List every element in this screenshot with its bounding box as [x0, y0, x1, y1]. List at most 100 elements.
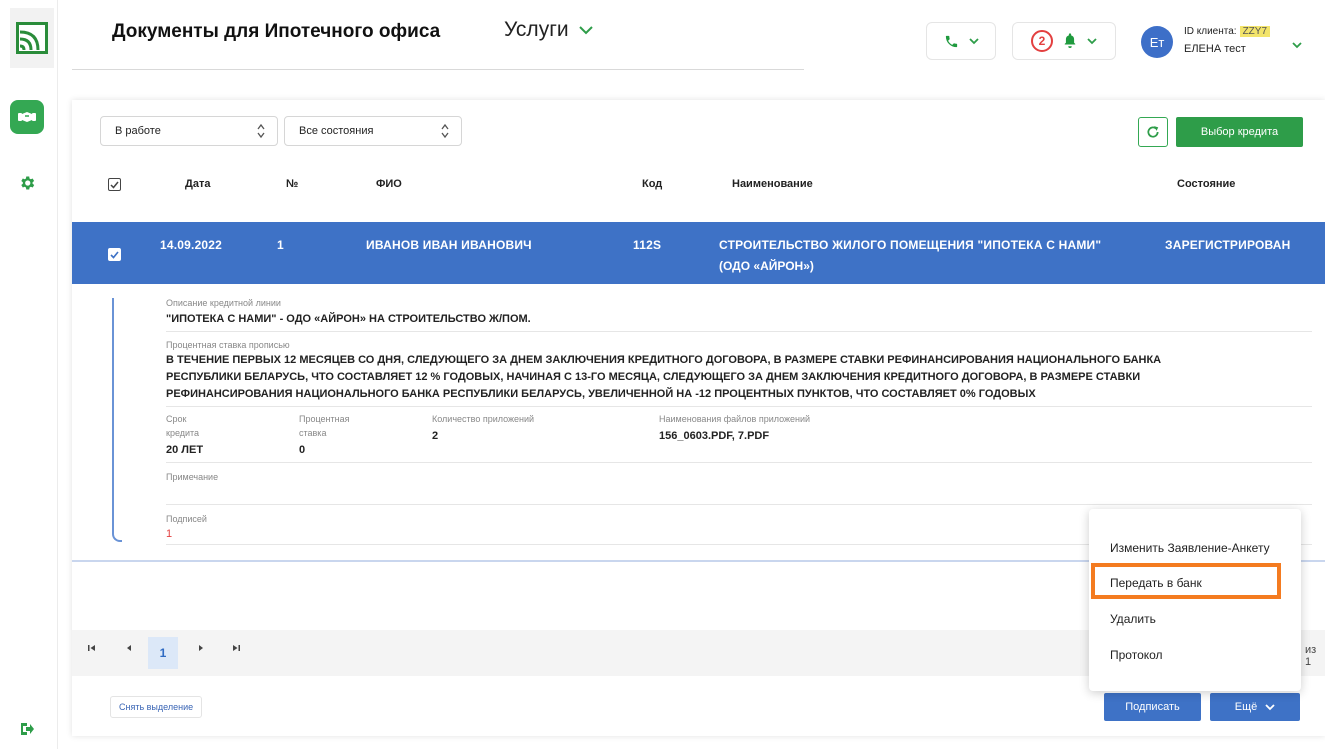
- avatar[interactable]: Ет: [1141, 26, 1173, 58]
- next-page-icon: [199, 645, 203, 651]
- credit-line-label: Описание кредитной линии: [166, 298, 281, 308]
- first-page-button[interactable]: [88, 644, 96, 655]
- rate-value: 0: [299, 444, 306, 456]
- app-logo[interactable]: [10, 8, 54, 68]
- rate-text-line-3: РЕФИНАНСИРОВАНИЯ НАЦИОНАЛЬНОГО БАНКА РЕС…: [166, 388, 1036, 400]
- logout-button[interactable]: [10, 712, 44, 746]
- first-page-icon: [88, 645, 95, 651]
- notifications-count-badge: 2: [1031, 30, 1053, 52]
- credit-line-value: "ИПОТЕКА С НАМИ" - ОДО «АЙРОН» НА СТРОИТ…: [166, 313, 531, 325]
- row-code: 112S: [633, 238, 662, 252]
- check-icon: [110, 181, 119, 189]
- divider: [166, 331, 1312, 332]
- services-menu[interactable]: Услуги: [504, 18, 593, 42]
- next-page-button[interactable]: [198, 644, 204, 655]
- attachments-names-label: Наименования файлов приложений: [659, 414, 811, 424]
- attachments-names-value: 156_0603.PDF, 7.PDF: [659, 430, 770, 442]
- logout-icon: [21, 723, 34, 735]
- menu-item-delete[interactable]: Удалить: [1110, 612, 1156, 626]
- table-row[interactable]: 14.09.2022 1 ИВАНОВ ИВАН ИВАНОВИЧ 112S С…: [72, 222, 1325, 284]
- sidebar-item-settings[interactable]: [10, 166, 44, 200]
- prev-page-button[interactable]: [126, 644, 132, 655]
- status-select-value: В работе: [115, 125, 161, 137]
- services-label: Услуги: [504, 18, 569, 41]
- highlight-frame: [1091, 563, 1281, 599]
- select-arrows-icon: [257, 123, 265, 139]
- chevron-down-icon: [1292, 42, 1302, 49]
- row-name-continued: (ОДО «АЙРОН»): [719, 259, 814, 273]
- row-state: ЗАРЕГИСТРИРОВАН: [1165, 238, 1291, 252]
- chevron-down-icon: [1265, 703, 1275, 710]
- attachments-count-label: Количество приложений: [432, 414, 535, 424]
- more-button[interactable]: Ещё: [1210, 693, 1300, 721]
- menu-item-edit-application[interactable]: Изменить Заявление-Анкету: [1110, 541, 1270, 555]
- logo-icon: [16, 22, 48, 54]
- column-header-date[interactable]: Дата: [185, 178, 210, 190]
- client-id-label: ID клиента:: [1184, 26, 1237, 37]
- term-value: 20 ЛЕТ: [166, 444, 204, 456]
- header: Документы для Ипотечного офиса Услуги 2 …: [72, 0, 1325, 70]
- column-header-code[interactable]: Код: [642, 178, 662, 190]
- header-divider: [72, 69, 804, 70]
- attachments-count-value: 2: [432, 430, 439, 442]
- row-checkbox[interactable]: [108, 248, 121, 261]
- deselect-button[interactable]: Снять выделение: [110, 696, 203, 718]
- prev-page-icon: [127, 645, 131, 651]
- state-select[interactable]: Все состояния: [284, 116, 462, 146]
- chevron-down-icon: [1087, 37, 1097, 44]
- rate-text-line-1: В ТЕЧЕНИЕ ПЕРВЫХ 12 МЕСЯЦЕВ СО ДНЯ, СЛЕД…: [166, 354, 1162, 366]
- column-header-state[interactable]: Состояние: [1177, 178, 1235, 190]
- check-icon: [110, 250, 119, 259]
- signatures-label: Подписей: [166, 514, 207, 524]
- phone-menu[interactable]: [926, 22, 996, 60]
- refresh-button[interactable]: [1138, 117, 1168, 147]
- user-menu-toggle[interactable]: [1292, 36, 1302, 54]
- column-header-number[interactable]: №: [286, 178, 298, 190]
- column-header-fio[interactable]: ФИО: [376, 178, 402, 190]
- chevron-down-icon: [968, 37, 979, 44]
- last-page-button[interactable]: [232, 644, 240, 655]
- select-arrows-icon: [441, 123, 449, 139]
- more-actions-menu: Изменить Заявление-Анкету Передать в бан…: [1089, 509, 1301, 691]
- details-bracket: [112, 298, 122, 542]
- status-select[interactable]: В работе: [100, 116, 278, 146]
- rate-text-label: Процентная ставка прописью: [166, 340, 290, 350]
- note-label: Примечание: [166, 472, 219, 482]
- gear-icon: [21, 176, 35, 190]
- sidebar-item-documents[interactable]: [10, 100, 44, 134]
- more-button-label: Ещё: [1234, 701, 1258, 713]
- page-count: из 1: [1305, 644, 1317, 668]
- page-1-button[interactable]: 1: [148, 637, 178, 669]
- refresh-icon: [1147, 126, 1159, 138]
- divider: [166, 504, 1312, 505]
- row-number: 1: [277, 238, 284, 252]
- last-page-icon: [233, 645, 240, 651]
- divider: [166, 462, 1312, 463]
- user-name: ЕЛЕНА тест: [1184, 43, 1246, 55]
- rate-text-line-2: РЕСПУБЛИКИ БЕЛАРУСЬ, ЧТО СОСТАВЛЯЕТ 12 %…: [166, 371, 1141, 383]
- row-name: СТРОИТЕЛЬСТВО ЖИЛОГО ПОМЕЩЕНИЯ "ИПОТЕКА …: [719, 238, 1102, 252]
- chevron-down-icon: [578, 25, 593, 34]
- row-fio: ИВАНОВ ИВАН ИВАНОВИЧ: [366, 238, 532, 252]
- menu-item-protocol[interactable]: Протокол: [1110, 648, 1163, 662]
- page-title: Документы для Ипотечного офиса: [112, 21, 441, 42]
- sign-button[interactable]: Подписать: [1104, 693, 1201, 721]
- state-select-value: Все состояния: [299, 125, 374, 137]
- select-all-checkbox[interactable]: [108, 178, 121, 191]
- sidebar: [0, 0, 58, 749]
- rate-label-continued: ставка: [299, 428, 327, 438]
- row-date: 14.09.2022: [160, 238, 223, 252]
- term-label-continued: кредита: [166, 428, 200, 438]
- choose-credit-button[interactable]: Выбор кредита: [1176, 117, 1303, 147]
- bell-icon: [1064, 33, 1076, 48]
- rate-label: Процентная: [299, 414, 350, 424]
- phone-icon: [945, 35, 957, 47]
- notifications-menu[interactable]: 2: [1012, 22, 1116, 60]
- column-header-name[interactable]: Наименование: [732, 178, 813, 190]
- term-label: Срок: [166, 414, 187, 424]
- handshake-icon: [18, 112, 36, 122]
- signatures-value: 1: [166, 528, 173, 540]
- client-id-value: ZZY7: [1239, 26, 1271, 37]
- client-id: ID клиента: ZZY7: [1184, 26, 1271, 37]
- divider: [166, 406, 1312, 407]
